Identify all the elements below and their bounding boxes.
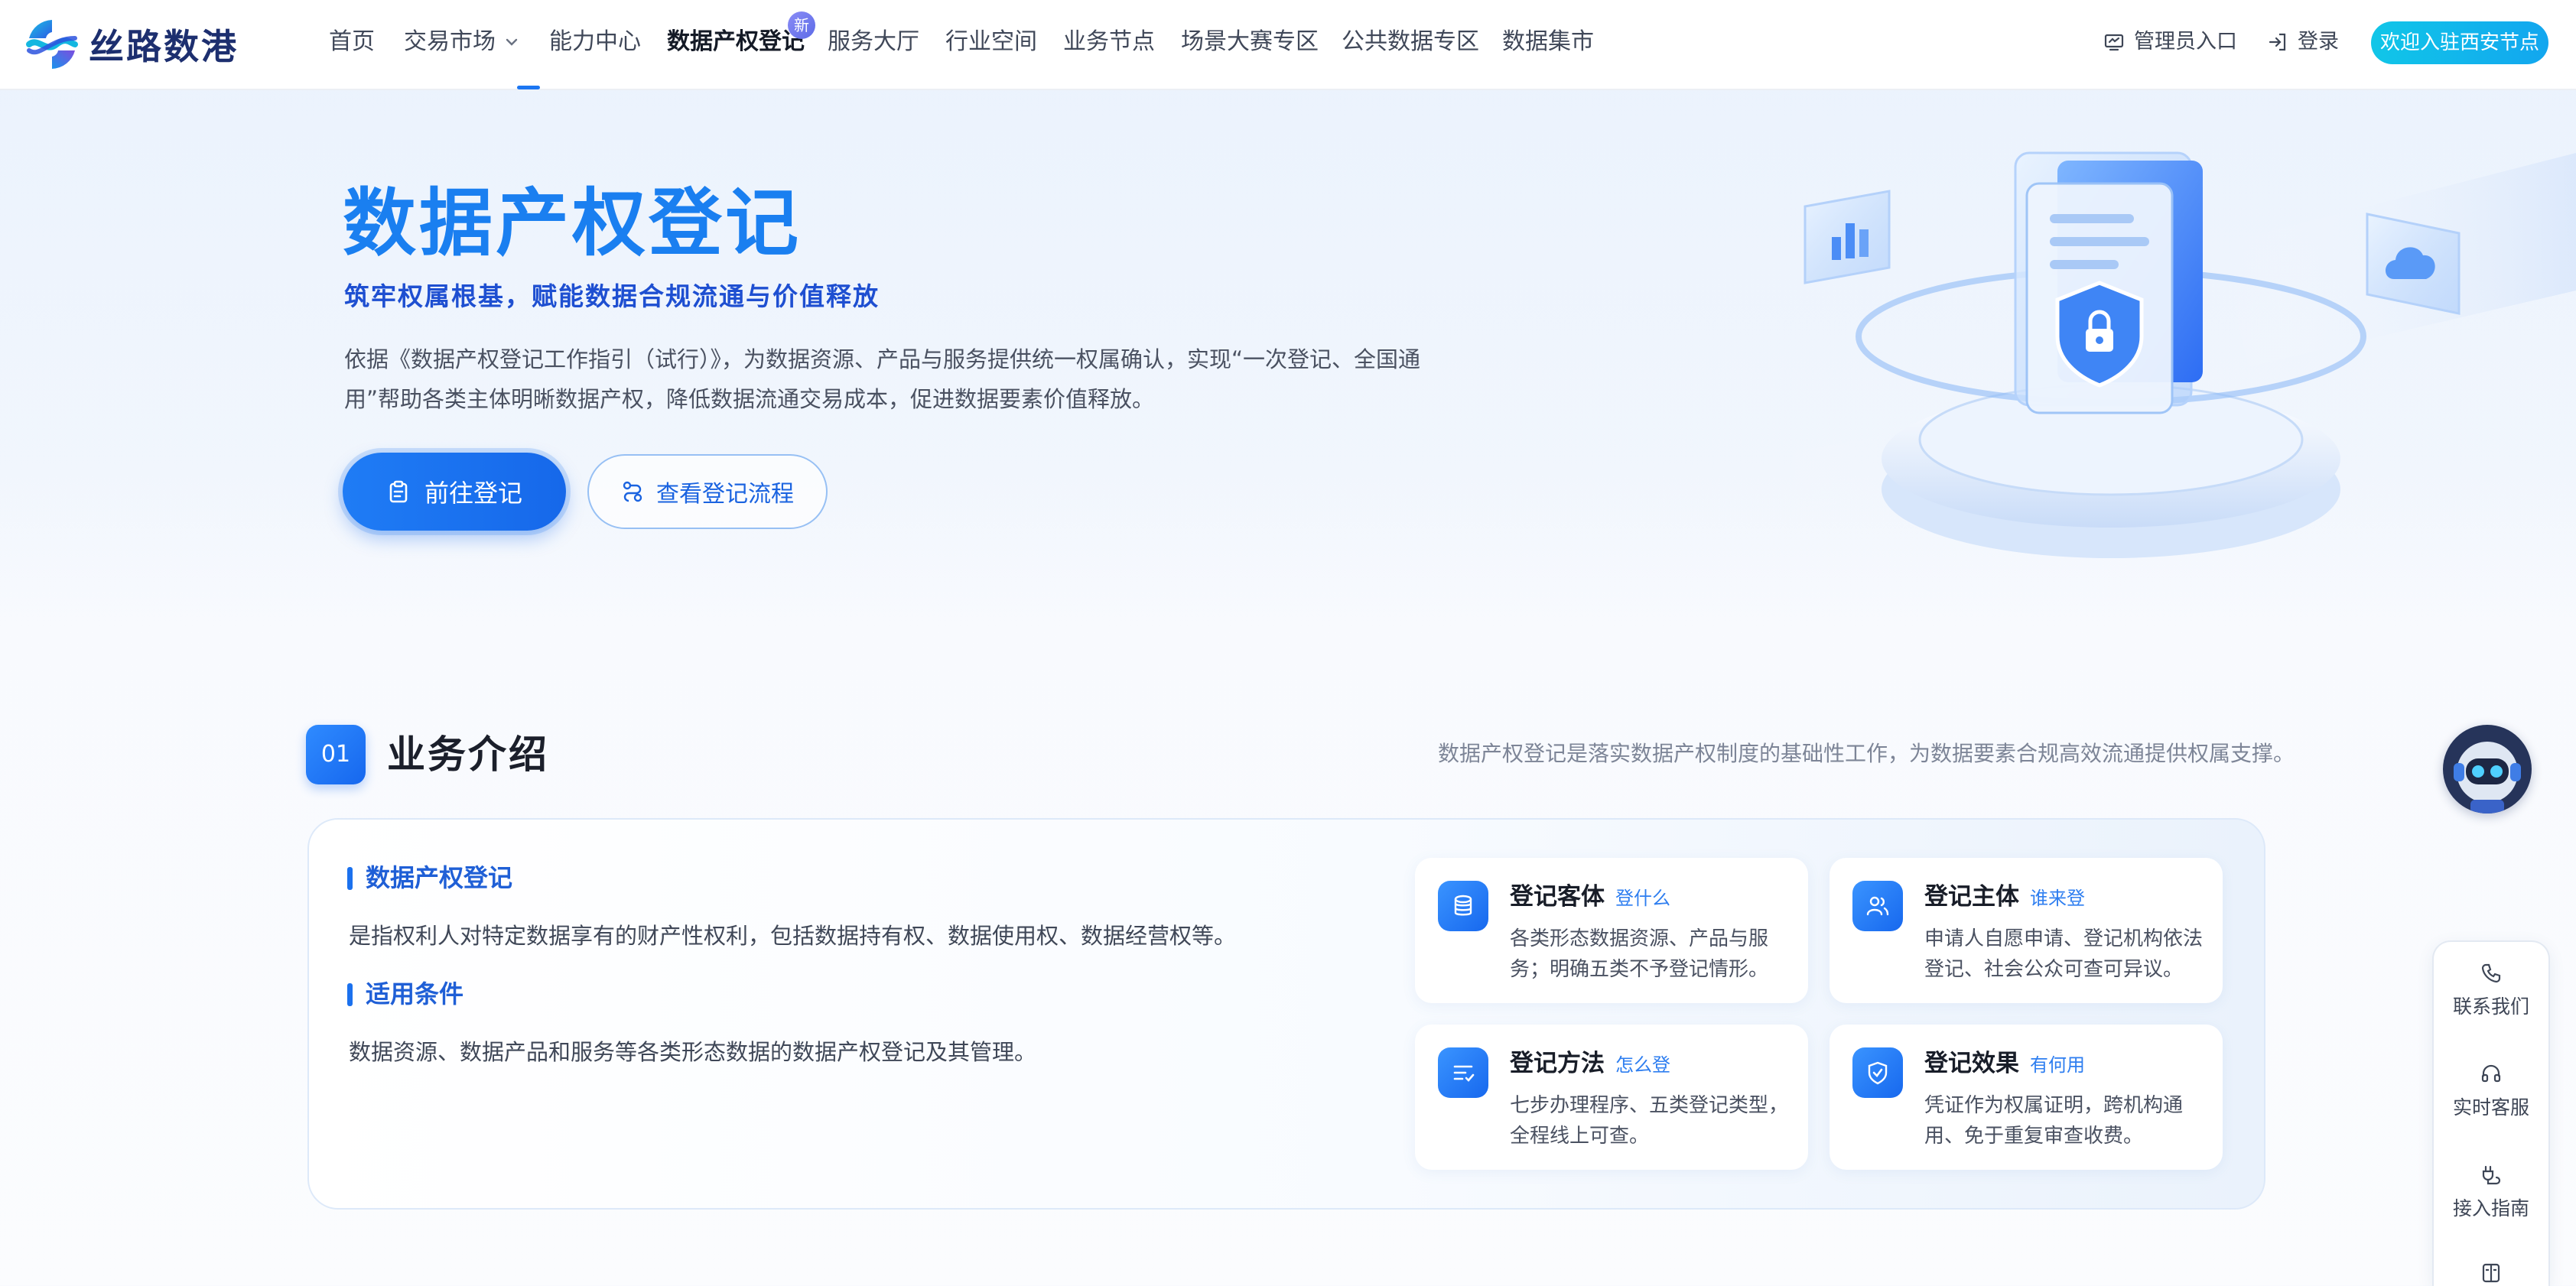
admin-entry-label: 管理员入口	[2134, 30, 2237, 54]
feature-tag: 登什么	[1615, 888, 1670, 909]
view-process-label: 查看登记流程	[656, 481, 794, 508]
feature-card-subject: 登记主体 谁来登 申请人自愿申请、登记机构依法登记、社会公众可查可异议。	[1830, 858, 2223, 1003]
floating-side-panel: 联系我们 实时客服 接入指南	[2432, 940, 2550, 1286]
users-icon	[1852, 881, 1903, 931]
feature-title: 登记方法	[1510, 1050, 1605, 1077]
new-badge: 新	[788, 11, 815, 39]
description-line: 用”帮助各类主体明晰数据产权，降低数据流通交易成本，促进数据要素价值释放。	[344, 386, 1155, 412]
intro-label: 数据产权登记	[347, 861, 512, 895]
feature-tag: 怎么登	[1615, 1054, 1670, 1076]
access-guide-label: 接入指南	[2452, 1197, 2529, 1219]
list-check-icon	[1438, 1047, 1488, 1098]
login-icon	[2269, 33, 2286, 51]
feature-card-method: 登记方法 怎么登 七步办理程序、五类登记类型，全程线上可查。	[1415, 1025, 1808, 1170]
logo-mark-icon	[26, 20, 78, 69]
nav-industry-space[interactable]: 行业空间	[945, 26, 1037, 58]
route-icon	[623, 481, 642, 502]
scope-text: 数据资源、数据产品和服务等各类形态数据的数据产权登记及其管理。	[349, 1039, 1037, 1065]
section-note: 数据产权登记是落实数据产权制度的基础性工作，为数据要素合规高效流通提供权属支撑。	[1438, 741, 2295, 766]
nav-public-data[interactable]: 公共数据专区	[1342, 26, 1479, 58]
feature-desc: 七步办理程序、五类登记类型，全程线上可查。	[1510, 1094, 1789, 1148]
admin-entry[interactable]: 管理员入口	[2103, 26, 2237, 58]
active-nav-indicator	[517, 86, 540, 89]
more-side-button[interactable]	[2434, 1262, 2548, 1286]
join-node-button[interactable]: 欢迎入驻西安节点	[2371, 21, 2548, 64]
nav-trade-market-label: 交易市场	[404, 28, 496, 55]
nav-service-hall[interactable]: 服务大厅	[828, 26, 919, 58]
headset-icon	[2481, 1064, 2501, 1083]
nav-data-rights[interactable]: 数据产权登记	[667, 26, 805, 58]
page-description: 依据《数据产权登记工作指引（试行）》，为数据资源、产品与服务提供统一权属确认，实…	[344, 339, 1430, 419]
contact-us-button[interactable]: 联系我们	[2434, 962, 2548, 1020]
nav-home[interactable]: 首页	[329, 26, 375, 58]
connect-plug-icon	[2482, 1165, 2501, 1185]
login-link[interactable]: 登录	[2267, 26, 2339, 58]
feature-card-object: 登记客体 登什么 各类形态数据资源、产品与服务；明确五类不予登记情形。	[1415, 858, 1808, 1003]
live-support-button[interactable]: 实时客服	[2434, 1063, 2548, 1121]
book-icon	[2482, 1263, 2500, 1283]
data-security-illustration	[1759, 151, 2576, 558]
nav-capability[interactable]: 能力中心	[549, 26, 641, 58]
go-register-label: 前往登记	[424, 479, 522, 508]
page-title: 数据产权登记	[343, 180, 802, 266]
access-guide-button[interactable]: 接入指南	[2434, 1164, 2548, 1222]
page-subtitle: 筑牢权属根基，赋能数据合规流通与价值释放	[344, 281, 880, 311]
live-support-label: 实时客服	[2452, 1096, 2529, 1119]
feature-title: 登记客体	[1510, 883, 1605, 911]
phone-icon	[2481, 963, 2501, 983]
feature-desc: 各类形态数据资源、产品与服务；明确五类不予登记情形。	[1510, 927, 1769, 981]
brand-name: 丝路数港	[89, 26, 239, 67]
feature-card-effect: 登记效果 有何用 凭证作为权属证明，跨机构通用、免于重复审查收费。	[1830, 1025, 2223, 1170]
contact-us-label: 联系我们	[2452, 995, 2529, 1018]
intro-text: 是指权利人对特定数据享有的财产性权利，包括数据持有权、数据使用权、数据经营权等。	[349, 923, 1237, 949]
view-process-button[interactable]: 查看登记流程	[587, 454, 828, 529]
scope-label: 适用条件	[347, 977, 463, 1011]
monitor-icon	[2104, 34, 2124, 51]
database-icon	[1438, 881, 1488, 931]
go-register-button[interactable]: 前往登记	[343, 453, 566, 531]
feature-title: 登记主体	[1924, 883, 2019, 911]
clipboard-icon	[389, 480, 408, 503]
nav-trade-market[interactable]: 交易市场	[404, 26, 520, 58]
ai-assistant-avatar[interactable]	[2443, 725, 2532, 813]
login-label: 登录	[2298, 30, 2339, 54]
brand-logo[interactable]: 丝路数港	[23, 15, 239, 73]
shield-check-icon	[1852, 1047, 1903, 1098]
feature-tag: 有何用	[2030, 1054, 2085, 1076]
robot-icon	[2443, 725, 2532, 813]
nav-business-node[interactable]: 业务节点	[1063, 26, 1155, 58]
feature-desc: 申请人自愿申请、登记机构依法登记、社会公众可查可异议。	[1924, 927, 2204, 981]
feature-desc: 凭证作为权属证明，跨机构通用、免于重复审查收费。	[1924, 1094, 2184, 1148]
chevron-down-icon	[506, 38, 518, 46]
top-navbar: 丝路数港 首页 交易市场 能力中心 数据产权登记 新 服务大厅 行业空间 业务节…	[0, 0, 2576, 90]
section-number-badge: 01	[306, 725, 366, 784]
business-intro-card: 数据产权登记 是指权利人对特定数据享有的财产性权利，包括数据持有权、数据使用权、…	[307, 818, 2265, 1210]
section-title: 业务介绍	[387, 732, 549, 777]
nav-data-mart[interactable]: 数据集市	[1502, 26, 1594, 58]
feature-tag: 谁来登	[2030, 888, 2085, 909]
feature-title: 登记效果	[1924, 1050, 2019, 1077]
description-line: 依据《数据产权登记工作指引（试行）》，为数据资源、产品与服务提供统一权属确认，实…	[344, 346, 1421, 372]
nav-competition[interactable]: 场景大赛专区	[1181, 26, 1319, 58]
